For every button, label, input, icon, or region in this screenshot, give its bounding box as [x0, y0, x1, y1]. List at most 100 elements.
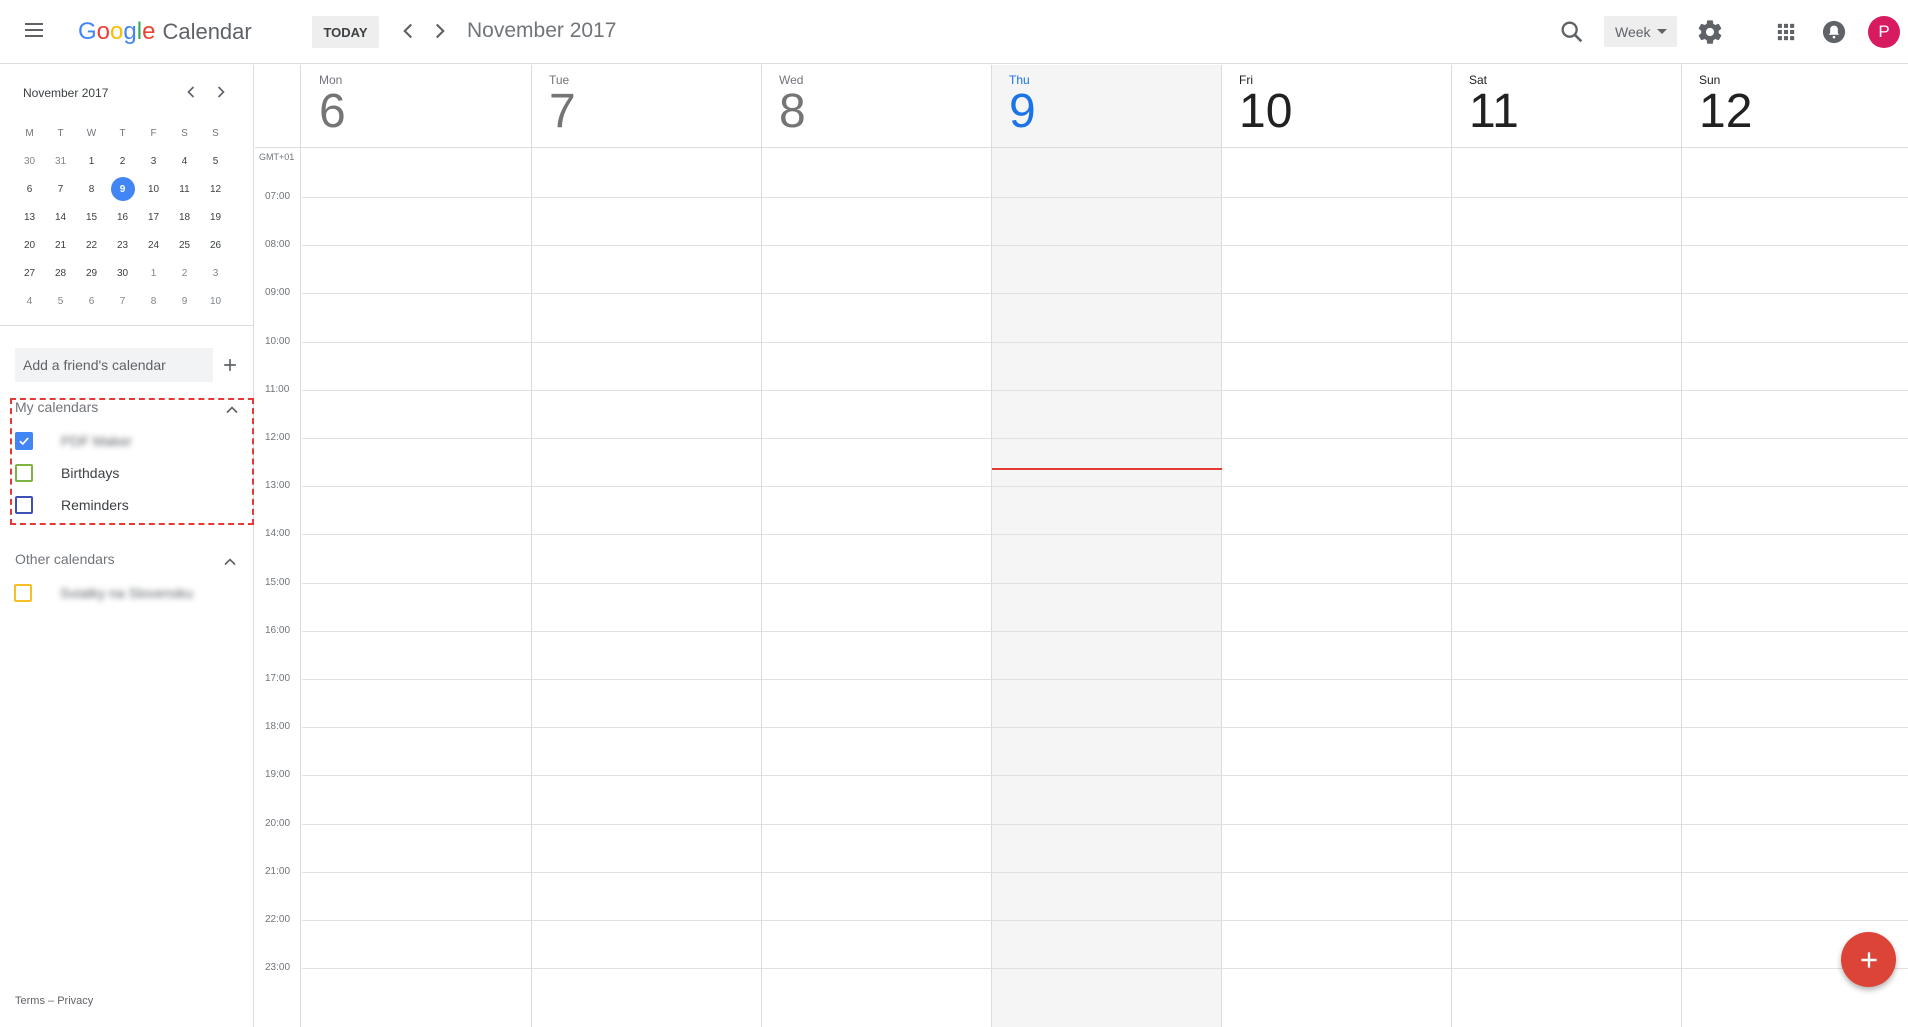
mini-calendar-day[interactable]: 30 — [107, 259, 138, 287]
create-event-button[interactable] — [1841, 932, 1896, 987]
day-header[interactable]: Sun 12 — [1699, 73, 1752, 138]
mini-calendar-day[interactable]: 29 — [76, 259, 107, 287]
calendar-list-item[interactable]: Sviatky na Slovensku — [14, 581, 193, 605]
mini-calendar-day[interactable]: 9 — [107, 175, 138, 203]
mini-calendar-day[interactable]: 27 — [14, 259, 45, 287]
date-number[interactable]: 11 — [1469, 86, 1519, 138]
day-header[interactable]: Thu 9 — [1009, 73, 1036, 138]
timezone-label: GMT+01 — [259, 152, 295, 162]
app-logo[interactable]: Google Calendar — [78, 18, 252, 46]
calendar-checkbox[interactable] — [15, 496, 33, 514]
mini-calendar-day[interactable]: 2 — [169, 259, 200, 287]
mini-calendar-day[interactable]: 3 — [200, 259, 231, 287]
date-number[interactable]: 9 — [1009, 86, 1036, 138]
mini-calendar-day[interactable]: 28 — [45, 259, 76, 287]
mini-calendar-day[interactable]: 24 — [138, 231, 169, 259]
date-number[interactable]: 6 — [319, 86, 346, 138]
day-column[interactable]: Mon 6 — [302, 65, 532, 1027]
mini-calendar-day[interactable]: 2 — [107, 147, 138, 175]
calendar-checkbox[interactable] — [15, 464, 33, 482]
mini-calendar-day[interactable]: 22 — [76, 231, 107, 259]
notifications-icon[interactable] — [1820, 18, 1848, 46]
day-column[interactable]: Tue 7 — [532, 65, 762, 1027]
view-switcher[interactable]: Week — [1604, 16, 1677, 47]
day-column[interactable]: Fri 10 — [1222, 65, 1452, 1027]
chevron-left-icon[interactable] — [395, 18, 421, 44]
mini-calendar-day[interactable]: 1 — [138, 259, 169, 287]
mini-calendar-day[interactable]: 31 — [45, 147, 76, 175]
avatar[interactable]: P — [1868, 16, 1900, 48]
gear-icon[interactable] — [1696, 18, 1724, 46]
mini-calendar-day[interactable]: 5 — [45, 287, 76, 315]
chevron-right-icon[interactable] — [211, 82, 231, 102]
day-column[interactable]: Sun 12 — [1682, 65, 1908, 1027]
mini-calendar-day[interactable]: 25 — [169, 231, 200, 259]
mini-calendar-day[interactable]: 5 — [200, 147, 231, 175]
mini-calendar-day[interactable]: 8 — [138, 287, 169, 315]
calendar-name: Reminders — [61, 497, 129, 513]
mini-calendar-day[interactable]: 10 — [200, 287, 231, 315]
mini-calendar-day[interactable]: 14 — [45, 203, 76, 231]
logo-letter: G — [78, 18, 97, 45]
dropdown-caret-icon — [1657, 29, 1667, 34]
mini-calendar-day[interactable]: 12 — [200, 175, 231, 203]
mini-calendar-day[interactable]: 4 — [14, 287, 45, 315]
calendar-list-item[interactable]: PDF Maker — [15, 429, 132, 453]
my-calendars-heading[interactable]: My calendars — [15, 399, 98, 415]
mini-calendar-day[interactable]: 21 — [45, 231, 76, 259]
chevron-up-icon[interactable] — [220, 552, 240, 572]
mini-calendar-day[interactable]: 13 — [14, 203, 45, 231]
day-header[interactable]: Wed 8 — [779, 73, 806, 138]
chevron-right-icon[interactable] — [427, 18, 453, 44]
terms-link[interactable]: Terms — [15, 995, 45, 1007]
mini-calendar-day[interactable]: 1 — [76, 147, 107, 175]
day-column[interactable]: Thu 9 — [992, 65, 1222, 1027]
mini-calendar-day[interactable]: 20 — [14, 231, 45, 259]
calendar-list-item[interactable]: Birthdays — [15, 461, 119, 485]
mini-weekday-label: S — [181, 127, 188, 139]
mini-calendar-day[interactable]: 6 — [14, 175, 45, 203]
day-header[interactable]: Mon 6 — [319, 73, 346, 138]
date-number[interactable]: 8 — [779, 86, 806, 138]
mini-calendar-day[interactable]: 10 — [138, 175, 169, 203]
mini-calendar-day[interactable]: 6 — [76, 287, 107, 315]
privacy-link[interactable]: Privacy — [57, 995, 93, 1007]
mini-calendar-day[interactable]: 16 — [107, 203, 138, 231]
mini-calendar-day[interactable]: 23 — [107, 231, 138, 259]
apps-grid-icon[interactable] — [1772, 18, 1800, 46]
mini-calendar-day[interactable]: 9 — [169, 287, 200, 315]
sidebar-divider — [0, 325, 253, 326]
date-number[interactable]: 10 — [1239, 86, 1292, 138]
date-number[interactable]: 12 — [1699, 86, 1752, 138]
add-friend-calendar-input[interactable] — [15, 348, 213, 382]
mini-calendar-day[interactable]: 7 — [45, 175, 76, 203]
chevron-left-icon[interactable] — [181, 82, 201, 102]
mini-calendar-day[interactable]: 26 — [200, 231, 231, 259]
calendar-checkbox[interactable] — [15, 432, 33, 450]
mini-calendar-day[interactable]: 4 — [169, 147, 200, 175]
mini-calendar-day[interactable]: 15 — [76, 203, 107, 231]
day-header[interactable]: Tue 7 — [549, 73, 576, 138]
mini-calendar-day[interactable]: 11 — [169, 175, 200, 203]
day-header[interactable]: Fri 10 — [1239, 73, 1292, 138]
chevron-up-icon[interactable] — [222, 400, 242, 420]
mini-calendar-day[interactable]: 30 — [14, 147, 45, 175]
calendar-list-item[interactable]: Reminders — [15, 493, 129, 517]
search-icon[interactable] — [1558, 18, 1586, 46]
plus-icon[interactable] — [220, 355, 240, 375]
day-column[interactable]: Sat 11 — [1452, 65, 1682, 1027]
mini-calendar-day[interactable]: 19 — [200, 203, 231, 231]
day-column[interactable]: Wed 8 — [762, 65, 992, 1027]
mini-calendar-day[interactable]: 18 — [169, 203, 200, 231]
menu-icon[interactable] — [20, 16, 48, 44]
other-calendars-heading[interactable]: Other calendars — [15, 551, 115, 567]
day-header[interactable]: Sat 11 — [1469, 73, 1519, 138]
mini-calendar-day[interactable]: 3 — [138, 147, 169, 175]
date-number[interactable]: 7 — [549, 86, 576, 138]
mini-calendar-day[interactable]: 8 — [76, 175, 107, 203]
today-button[interactable]: TODAY — [312, 16, 379, 48]
footer-links: Terms – Privacy — [15, 995, 93, 1007]
calendar-checkbox[interactable] — [14, 584, 32, 602]
mini-calendar-day[interactable]: 7 — [107, 287, 138, 315]
mini-calendar-day[interactable]: 17 — [138, 203, 169, 231]
